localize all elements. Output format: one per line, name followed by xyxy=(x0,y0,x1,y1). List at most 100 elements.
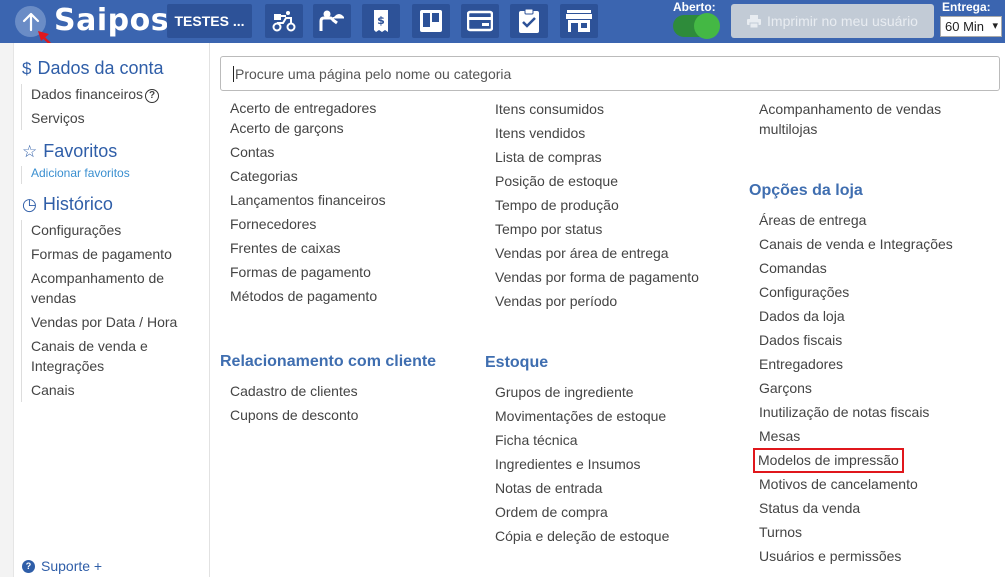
link-lista-compras[interactable]: Lista de compras xyxy=(495,147,602,167)
chevron-down-icon: ▾ xyxy=(992,20,998,32)
search-placeholder: Procure uma página pelo nome ou categori… xyxy=(235,65,512,82)
link-grupos-ingrediente[interactable]: Grupos de ingrediente xyxy=(495,382,634,402)
sidebar-item-servicos[interactable]: Serviços xyxy=(31,108,85,128)
arrow-up-icon xyxy=(22,12,39,31)
link-status-venda[interactable]: Status da venda xyxy=(759,498,860,518)
divider xyxy=(21,84,22,130)
section-heading-opcoes: Opções da loja xyxy=(749,182,863,199)
page-search-input[interactable]: Procure uma página pelo nome ou categori… xyxy=(220,56,1000,91)
store-selector-button[interactable]: TESTES ... xyxy=(167,4,252,38)
nav-receipt-button[interactable]: $ xyxy=(362,4,400,38)
sidebar-item-canais-venda-cont[interactable]: Integrações xyxy=(31,356,104,376)
link-ordem-compra[interactable]: Ordem de compra xyxy=(495,502,608,522)
link-mesas[interactable]: Mesas xyxy=(759,426,800,446)
link-acompanhamento-multilojas[interactable]: Acompanhamento de vendas xyxy=(759,99,941,119)
sidebar-heading-label: Histórico xyxy=(42,194,113,214)
link-dados-fiscais[interactable]: Dados fiscais xyxy=(759,330,842,350)
link-entregadores[interactable]: Entregadores xyxy=(759,354,843,374)
link-modelos-impressao[interactable]: Modelos de impressão xyxy=(753,448,904,473)
sidebar-heading-favorites[interactable]: ☆ Favoritos xyxy=(22,141,117,162)
waiter-icon xyxy=(319,10,344,31)
link-fornecedores[interactable]: Fornecedores xyxy=(230,214,316,234)
link-ingredientes[interactable]: Ingredientes e Insumos xyxy=(495,454,641,474)
entrega-time-select[interactable]: 60 Min ▾ xyxy=(940,16,1002,37)
printer-icon xyxy=(747,14,762,28)
nav-delivery-button[interactable] xyxy=(265,4,303,38)
link-turnos[interactable]: Turnos xyxy=(759,522,802,542)
dollar-icon: $ xyxy=(22,58,32,78)
link-formas-pagamento[interactable]: Formas de pagamento xyxy=(230,262,371,282)
link-cupons-desconto[interactable]: Cupons de desconto xyxy=(230,405,358,425)
nav-store-button[interactable] xyxy=(560,4,598,38)
sidebar-item-canais-venda[interactable]: Canais de venda e xyxy=(31,336,148,356)
text-cursor xyxy=(233,65,234,82)
link-metodos-pagamento[interactable]: Métodos de pagamento xyxy=(230,286,377,306)
link-copia-delecao[interactable]: Cópia e deleção de estoque xyxy=(495,526,669,546)
link-cadastro-clientes[interactable]: Cadastro de clientes xyxy=(230,381,358,401)
link-configuracoes[interactable]: Configurações xyxy=(759,282,849,302)
link-acerto-entregadores[interactable]: Acerto de entregadores xyxy=(230,102,376,118)
link-acerto-garcons[interactable]: Acerto de garçons xyxy=(230,118,344,138)
link-motivos-cancelamento[interactable]: Motivos de cancelamento xyxy=(759,474,918,494)
sidebar-item-financeiros[interactable]: Dados financeiros? xyxy=(31,84,160,104)
receipt-icon: $ xyxy=(374,10,388,32)
section-heading-estoque: Estoque xyxy=(485,354,549,371)
nav-card-button[interactable] xyxy=(461,4,499,38)
nav-kanban-button[interactable] xyxy=(412,4,450,38)
link-vendas-area[interactable]: Vendas por área de entrega xyxy=(495,243,669,263)
link-frentes-caixas[interactable]: Frentes de caixas xyxy=(230,238,341,258)
link-canais-venda[interactable]: Canais de venda e Integrações xyxy=(759,234,953,254)
clock-icon: ◷ xyxy=(22,194,37,214)
checklist-icon xyxy=(519,8,539,33)
link-vendas-periodo[interactable]: Vendas por período xyxy=(495,291,617,311)
link-areas-entrega[interactable]: Áreas de entrega xyxy=(759,210,866,230)
entrega-value: 60 Min xyxy=(945,19,985,34)
sidebar-heading-label: Dados da conta xyxy=(37,58,164,78)
link-ficha-tecnica[interactable]: Ficha técnica xyxy=(495,430,577,450)
link-garcons[interactable]: Garçons xyxy=(759,378,812,398)
link-acompanhamento-multilojas-cont[interactable]: multilojas xyxy=(759,119,817,139)
link-dados-loja[interactable]: Dados da loja xyxy=(759,306,845,326)
link-contas[interactable]: Contas xyxy=(230,142,274,162)
link-itens-consumidos[interactable]: Itens consumidos xyxy=(495,99,604,119)
sidebar-item-canais[interactable]: Canais xyxy=(31,380,75,400)
link-notas-entrada[interactable]: Notas de entrada xyxy=(495,478,602,498)
sidebar-gutter xyxy=(0,43,14,577)
support-label: Suporte + xyxy=(41,558,103,574)
delivery-icon xyxy=(272,11,296,32)
link-movimentacoes[interactable]: Movimentações de estoque xyxy=(495,406,666,426)
support-link[interactable]: ? Suporte + xyxy=(22,558,102,574)
sidebar-item-formas-pagamento[interactable]: Formas de pagamento xyxy=(31,244,172,264)
store-icon xyxy=(566,10,592,32)
link-vendas-forma[interactable]: Vendas por forma de pagamento xyxy=(495,267,699,287)
print-user-button[interactable]: Imprimir no meu usuário xyxy=(731,4,934,38)
link-tempo-producao[interactable]: Tempo de produção xyxy=(495,195,619,215)
sidebar-heading-account[interactable]: $ Dados da conta xyxy=(22,58,164,79)
link-tempo-status[interactable]: Tempo por status xyxy=(495,219,602,239)
toggle-knob xyxy=(694,13,720,39)
help-icon[interactable]: ? xyxy=(145,89,160,103)
svg-text:$: $ xyxy=(377,14,385,27)
divider xyxy=(21,220,22,402)
link-categorias[interactable]: Categorias xyxy=(230,166,298,186)
nav-checklist-button[interactable] xyxy=(510,4,548,38)
print-button-label: Imprimir no meu usuário xyxy=(767,13,918,29)
link-lancamentos[interactable]: Lançamentos financeiros xyxy=(230,190,386,210)
saipos-logo[interactable]: Saipos xyxy=(54,3,169,38)
sidebar-item-acompanhamento[interactable]: Acompanhamento de xyxy=(31,268,164,288)
kanban-icon xyxy=(420,10,442,32)
sidebar-item-acompanhamento-cont[interactable]: vendas xyxy=(31,288,76,308)
link-usuarios-permissoes[interactable]: Usuários e permissões xyxy=(759,546,901,566)
aberto-toggle[interactable] xyxy=(673,13,720,39)
link-itens-vendidos[interactable]: Itens vendidos xyxy=(495,123,585,143)
sidebar-heading-history[interactable]: ◷ Histórico xyxy=(22,194,113,215)
link-inutilizacao[interactable]: Inutilização de notas fiscais xyxy=(759,402,929,422)
scroll-up-button[interactable] xyxy=(15,6,46,37)
link-posicao-estoque[interactable]: Posição de estoque xyxy=(495,171,618,191)
link-comandas[interactable]: Comandas xyxy=(759,258,827,278)
sidebar-item-vendas-data[interactable]: Vendas por Data / Hora xyxy=(31,312,177,332)
sidebar-item-label: Dados financeiros xyxy=(31,86,144,102)
add-favorites-link[interactable]: Adicionar favoritos xyxy=(31,166,130,180)
sidebar-item-configuracoes[interactable]: Configurações xyxy=(31,220,121,240)
nav-waiter-button[interactable] xyxy=(313,4,351,38)
